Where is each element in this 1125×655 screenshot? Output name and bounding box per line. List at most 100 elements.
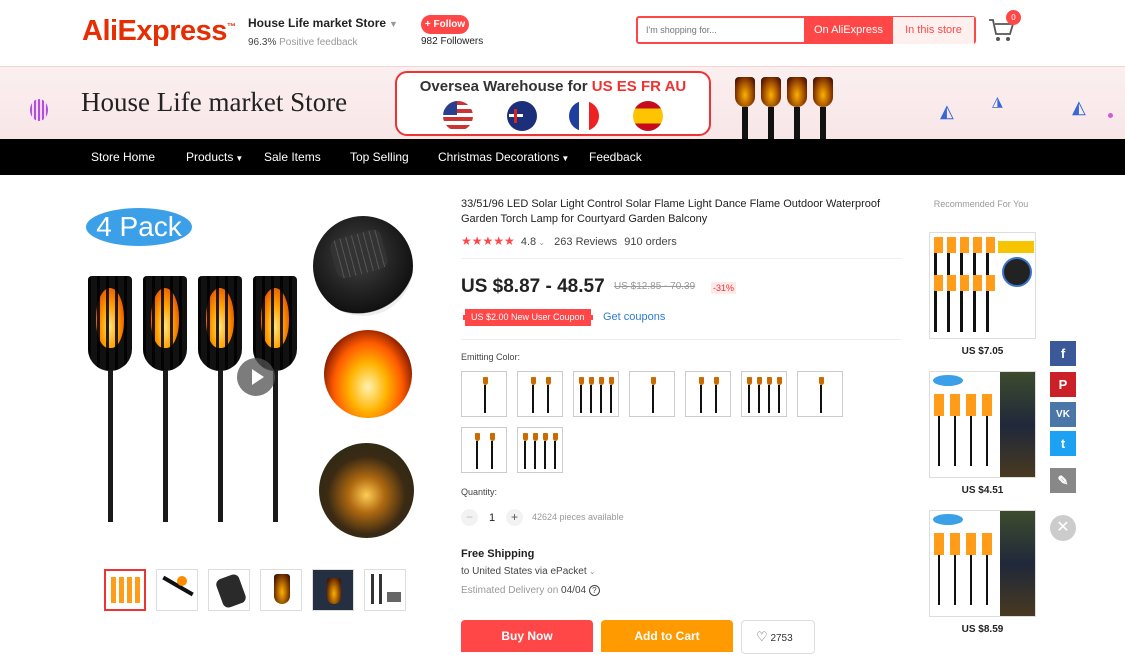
cart-count-badge: 0 bbox=[1006, 10, 1021, 25]
color-option-4[interactable] bbox=[629, 371, 675, 417]
help-icon[interactable]: ? bbox=[588, 585, 600, 596]
product-title: 33/51/96 LED Solar Light Control Solar F… bbox=[461, 198, 881, 225]
recommended-title: Recommended For You bbox=[933, 199, 1029, 209]
solar-panel-detail-image bbox=[313, 216, 413, 316]
price: US $8.87 - 48.57 bbox=[461, 276, 605, 297]
discount-badge: -31% bbox=[711, 282, 737, 294]
get-coupons-link[interactable]: Get coupons bbox=[603, 311, 665, 323]
banner-store-title: House Life market Store bbox=[81, 87, 348, 117]
torch-image bbox=[143, 276, 187, 371]
dot-decoration bbox=[1108, 113, 1113, 118]
fr-flag-icon bbox=[569, 101, 599, 131]
nav-products[interactable]: Products ▼ bbox=[186, 150, 243, 164]
recommended-price-3: US $8.59 bbox=[961, 624, 1004, 635]
search-on-aliexpress-button[interactable]: On AliExpress bbox=[804, 17, 893, 44]
nav-sale-items[interactable]: Sale Items bbox=[264, 150, 321, 164]
recommended-item-3[interactable] bbox=[929, 510, 1036, 617]
follow-button[interactable]: + Follow bbox=[421, 15, 469, 34]
new-user-coupon[interactable]: US $2.00 New User Coupon bbox=[463, 309, 593, 326]
quantity-input[interactable]: 1 bbox=[489, 512, 495, 524]
quantity-decrease-button[interactable]: − bbox=[461, 509, 478, 526]
aliexpress-logo[interactable]: AliExpress™ bbox=[82, 15, 236, 48]
store-name-link[interactable]: House Life market Store ▼ bbox=[248, 16, 398, 30]
pinterest-share-icon[interactable]: P bbox=[1050, 372, 1076, 397]
color-option-9[interactable] bbox=[517, 427, 563, 473]
add-to-cart-button[interactable]: Add to Cart bbox=[601, 620, 733, 652]
au-flag-icon bbox=[507, 101, 537, 131]
rating-row: ★★★★★ 4.8 ⌄ 263 Reviews 910 orders bbox=[461, 234, 677, 248]
search-in-store-button[interactable]: In this store bbox=[893, 17, 974, 44]
pieces-available: 42624 pieces available bbox=[532, 512, 624, 522]
shipping-method-selector[interactable]: to United States via ePacket ⌄ bbox=[461, 566, 596, 577]
star-icon: ★★★★★ bbox=[461, 234, 515, 248]
thumbnail-1[interactable] bbox=[104, 569, 146, 611]
torch-image bbox=[88, 276, 132, 371]
top-header: AliExpress™ House Life market Store ▼ 96.… bbox=[0, 0, 1125, 66]
us-flag-icon bbox=[443, 101, 473, 131]
color-option-7[interactable] bbox=[797, 371, 843, 417]
store-feedback: 96.3% Positive feedback bbox=[248, 37, 358, 48]
flame-detail-image bbox=[324, 330, 412, 418]
color-option-6[interactable] bbox=[741, 371, 787, 417]
thumbnail-2[interactable] bbox=[156, 569, 198, 611]
followers-count: 982 Followers bbox=[421, 36, 484, 47]
color-option-3[interactable] bbox=[573, 371, 619, 417]
color-option-1[interactable] bbox=[461, 371, 507, 417]
recommended-item-1[interactable] bbox=[929, 232, 1036, 339]
recommended-price-2: US $4.51 bbox=[961, 485, 1004, 496]
torch-image bbox=[198, 276, 242, 371]
search-input[interactable] bbox=[646, 21, 796, 39]
heart-icon: ♡ bbox=[756, 629, 768, 644]
chevron-down-icon: ▼ bbox=[235, 154, 244, 163]
recommended-price-1: US $7.05 bbox=[961, 346, 1004, 357]
es-flag-icon bbox=[633, 101, 663, 131]
color-option-5[interactable] bbox=[685, 371, 731, 417]
nav-top-selling[interactable]: Top Selling bbox=[350, 150, 409, 164]
pack-badge: 4 Pack bbox=[86, 208, 192, 246]
orders-count: 910 orders bbox=[624, 236, 677, 248]
twitter-share-icon[interactable]: t bbox=[1050, 431, 1076, 456]
triangle-decoration-icon: ◮ bbox=[992, 93, 1003, 109]
nav-feedback[interactable]: Feedback bbox=[589, 150, 642, 164]
recommended-item-2[interactable] bbox=[929, 371, 1036, 478]
reviews-link[interactable]: 263 Reviews bbox=[554, 236, 617, 248]
triangle-decoration-icon: ◭ bbox=[1072, 97, 1086, 117]
thumbnail-4[interactable] bbox=[260, 569, 302, 611]
triangle-decoration-icon: ◭ bbox=[940, 101, 954, 121]
search-bar: On AliExpress In this store bbox=[636, 16, 976, 44]
chevron-down-icon: ⌄ bbox=[536, 238, 546, 247]
store-nav-bar: Store Home Products ▼ Sale Items Top Sell… bbox=[0, 139, 1125, 175]
edit-share-icon[interactable]: ✎ bbox=[1050, 468, 1076, 493]
estimated-delivery: Estimated Delivery on 04/04 ? bbox=[461, 585, 600, 596]
chevron-down-icon: ⌄ bbox=[586, 567, 596, 576]
oversea-title: Oversea Warehouse for US ES FR AU bbox=[419, 78, 687, 95]
facebook-share-icon[interactable]: f bbox=[1050, 341, 1076, 366]
buy-now-button[interactable]: Buy Now bbox=[461, 620, 593, 652]
color-option-2[interactable] bbox=[517, 371, 563, 417]
thumbnail-5[interactable] bbox=[312, 569, 354, 611]
torch-night-image bbox=[319, 443, 414, 538]
rating-value[interactable]: 4.8 bbox=[521, 236, 536, 248]
divider bbox=[461, 258, 901, 259]
chevron-down-icon: ▼ bbox=[561, 154, 570, 163]
close-icon[interactable]: ✕ bbox=[1050, 515, 1076, 541]
original-price: US $12.85 - 70.39 bbox=[614, 281, 696, 292]
chevron-down-icon: ▼ bbox=[389, 19, 398, 29]
thumbnail-3[interactable] bbox=[208, 569, 250, 611]
color-option-8[interactable] bbox=[461, 427, 507, 473]
store-banner: House Life market Store Oversea Warehous… bbox=[0, 66, 1125, 141]
wishlist-button[interactable]: ♡ 2753 bbox=[741, 620, 815, 654]
quantity-increase-button[interactable]: + bbox=[506, 509, 523, 526]
quantity-label: Quantity: bbox=[461, 487, 498, 497]
nav-christmas-decorations[interactable]: Christmas Decorations ▼ bbox=[438, 150, 569, 164]
nav-store-home[interactable]: Store Home bbox=[91, 150, 155, 164]
vk-share-icon[interactable]: VK bbox=[1050, 402, 1076, 427]
thumbnail-6[interactable] bbox=[364, 569, 406, 611]
torch-image bbox=[253, 276, 297, 371]
shipping-title: Free Shipping bbox=[461, 548, 535, 560]
divider bbox=[461, 339, 901, 340]
oversea-warehouse-box[interactable]: Oversea Warehouse for US ES FR AU bbox=[395, 71, 711, 136]
play-video-icon[interactable] bbox=[237, 358, 275, 396]
emitting-color-label: Emitting Color: bbox=[461, 352, 521, 362]
decoration-icon bbox=[30, 99, 48, 121]
